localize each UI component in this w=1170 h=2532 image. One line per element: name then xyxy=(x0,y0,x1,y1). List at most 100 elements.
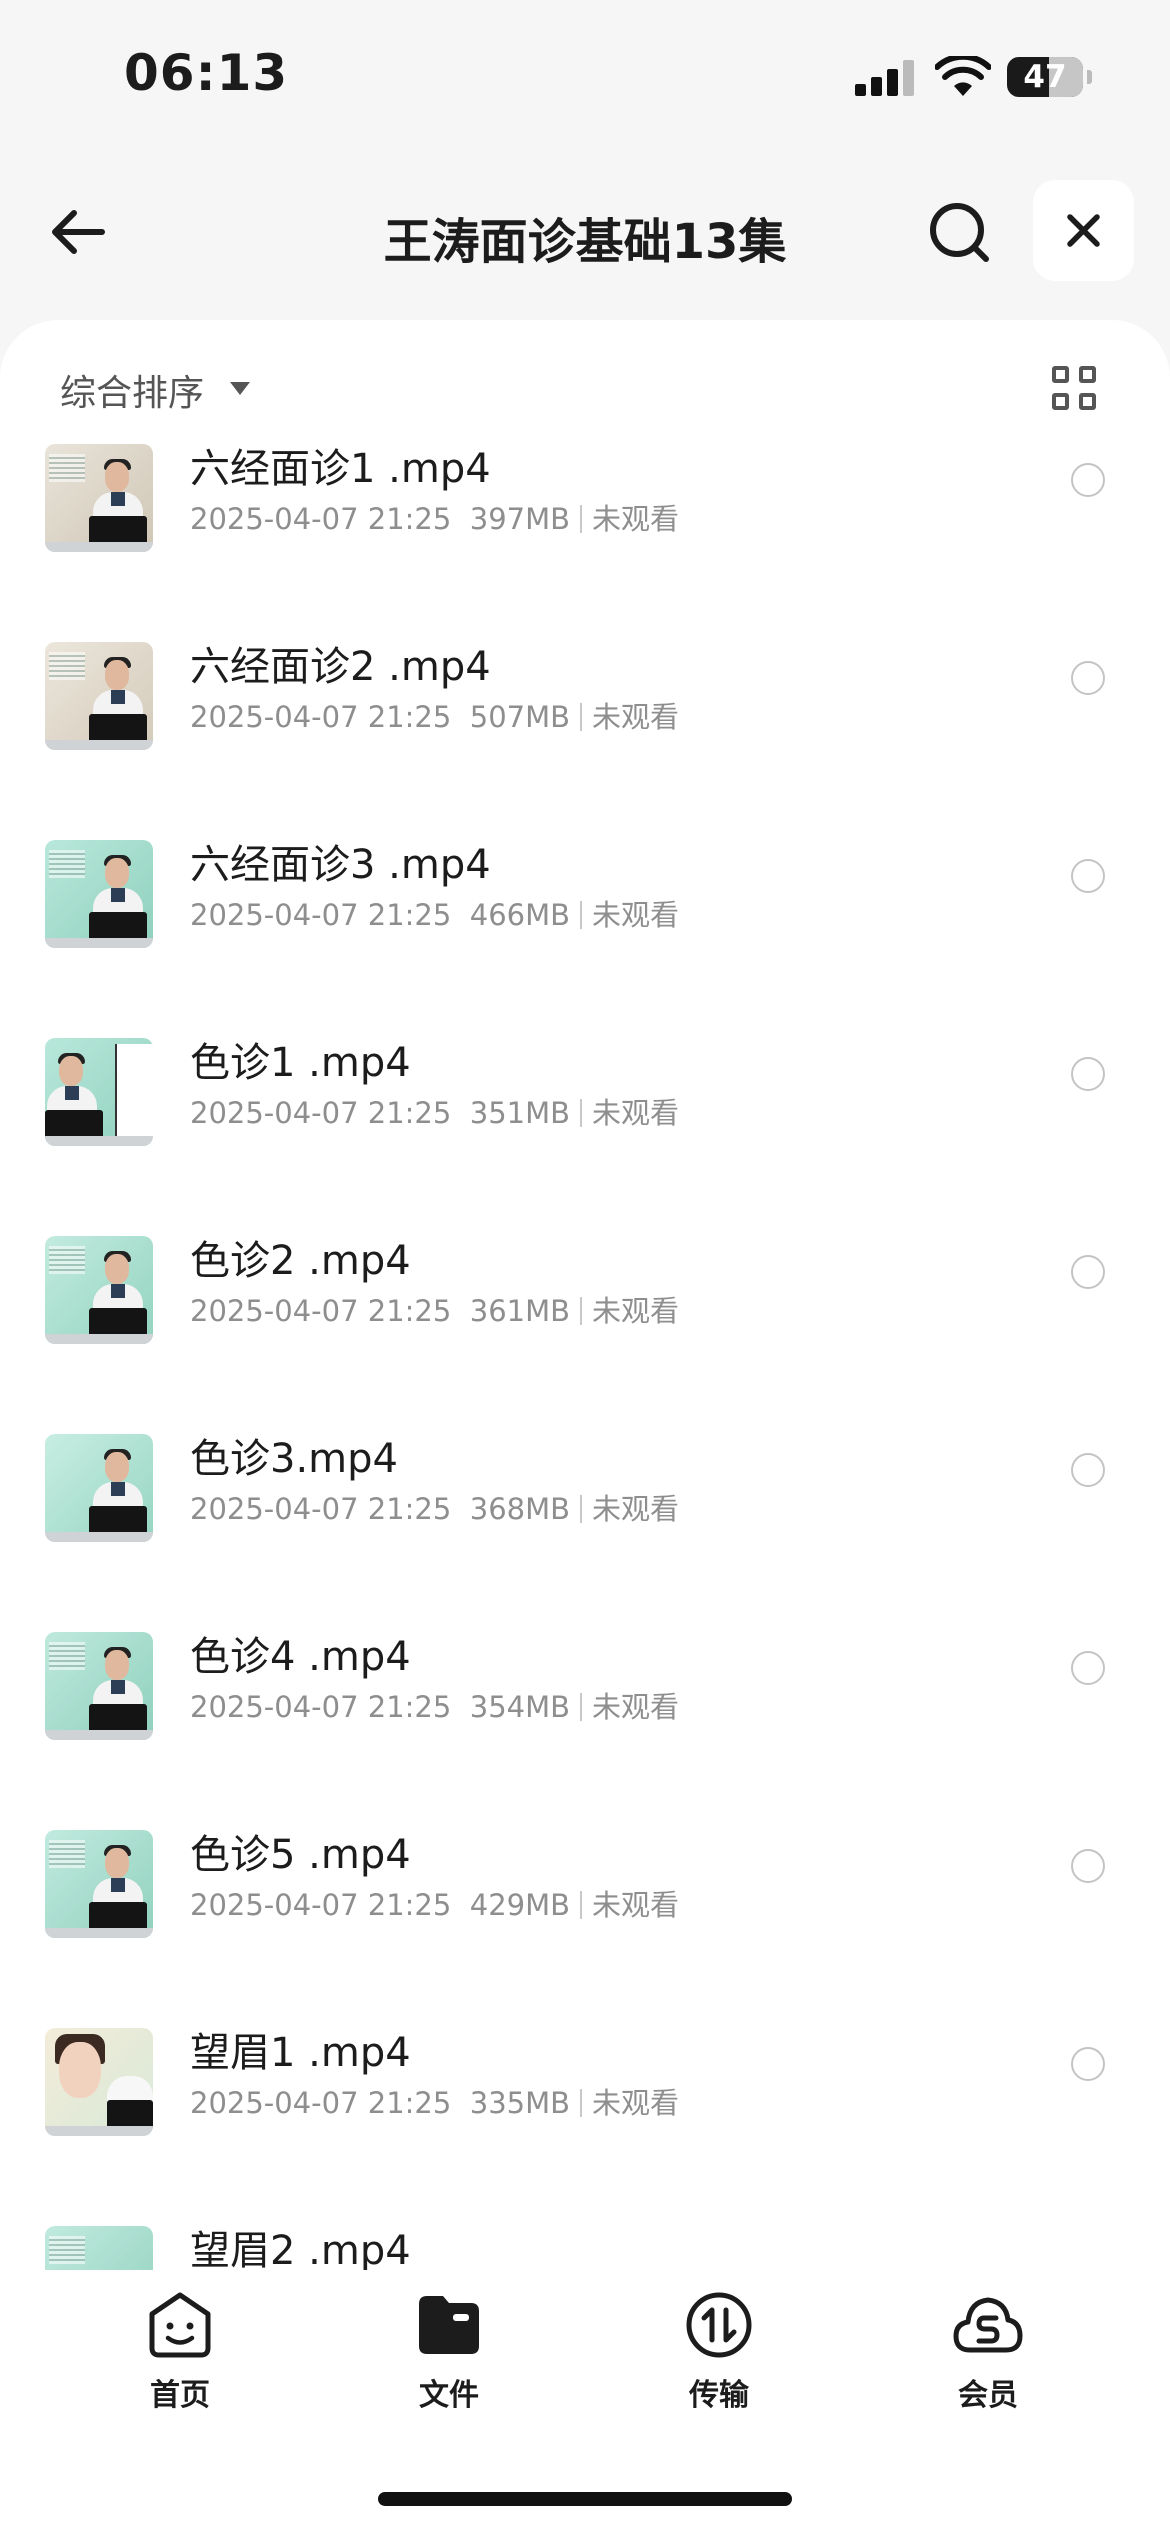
tab-label: 传输 xyxy=(689,2378,749,2413)
file-meta: 2025-04-07 21:25 354MB 未观看 xyxy=(190,1684,679,1726)
video-thumbnail xyxy=(45,2226,153,2270)
file-name: 六经面诊1 .mp4 xyxy=(190,446,491,492)
watch-status: 未观看 xyxy=(592,502,680,536)
watch-status: 未观看 xyxy=(592,1690,680,1724)
select-radio[interactable] xyxy=(1071,2047,1105,2081)
status-time: 06:13 xyxy=(124,44,289,102)
file-list-sheet: 综合排序 六经面诊1 .mp4 2025-04-07 21:25 397MB 未观… xyxy=(0,320,1170,2270)
file-meta: 2025-04-07 21:25 507MB 未观看 xyxy=(190,694,679,736)
select-radio[interactable] xyxy=(1071,463,1105,497)
search-icon[interactable] xyxy=(920,192,1000,272)
select-radio[interactable] xyxy=(1071,859,1105,893)
tab-transfer[interactable]: 传输 xyxy=(619,2290,819,2440)
file-name: 色诊1 .mp4 xyxy=(190,1040,411,1086)
file-date: 2025-04-07 21:25 xyxy=(190,2086,452,2120)
tab-label: 会员 xyxy=(958,2378,1018,2413)
list-item[interactable]: 色诊5 .mp4 2025-04-07 21:25 429MB 未观看 xyxy=(0,1816,1170,2014)
home-indicator xyxy=(378,2492,792,2506)
grid-view-icon[interactable] xyxy=(1052,366,1100,414)
select-radio[interactable] xyxy=(1071,1453,1105,1487)
file-date: 2025-04-07 21:25 xyxy=(190,1492,452,1526)
file-size: 429MB xyxy=(469,1888,571,1922)
list-item[interactable]: 色诊2 .mp4 2025-04-07 21:25 361MB 未观看 xyxy=(0,1222,1170,1420)
file-meta: 2025-04-07 21:25 351MB 未观看 xyxy=(190,1090,679,1132)
smiley-home-icon xyxy=(149,2292,211,2358)
select-radio[interactable] xyxy=(1071,1255,1105,1289)
video-thumbnail xyxy=(45,1830,153,1938)
watch-status: 未观看 xyxy=(592,1492,680,1526)
tab-files[interactable]: 文件 xyxy=(349,2290,549,2440)
watch-status: 未观看 xyxy=(592,1096,680,1130)
file-meta: 2025-04-07 21:25 361MB 未观看 xyxy=(190,1288,679,1330)
watch-status: 未观看 xyxy=(592,1294,680,1328)
close-icon xyxy=(1067,214,1100,247)
tab-label: 首页 xyxy=(150,2378,210,2413)
file-size: 466MB xyxy=(469,898,571,932)
wifi-icon xyxy=(935,56,991,96)
list-item[interactable]: 六经面诊3 .mp4 2025-04-07 21:25 466MB 未观看 xyxy=(0,826,1170,1024)
watch-status: 未观看 xyxy=(592,898,680,932)
battery-level: 47 xyxy=(1023,59,1067,95)
file-size: 335MB xyxy=(469,2086,571,2120)
file-name: 色诊2 .mp4 xyxy=(190,1238,411,1284)
file-meta: 2025-04-07 21:25 368MB 未观看 xyxy=(190,1486,679,1528)
file-meta: 2025-04-07 21:25 466MB 未观看 xyxy=(190,892,679,934)
video-thumbnail xyxy=(45,1236,153,1344)
video-thumbnail xyxy=(45,1632,153,1740)
signal-icon xyxy=(855,60,915,96)
list-item[interactable]: 色诊4 .mp4 2025-04-07 21:25 354MB 未观看 xyxy=(0,1618,1170,1816)
file-date: 2025-04-07 21:25 xyxy=(190,898,452,932)
sort-dropdown[interactable]: 综合排序 xyxy=(60,364,204,416)
list-item[interactable]: 望眉2 .mp4 xyxy=(0,2212,1170,2270)
video-thumbnail xyxy=(45,1038,153,1146)
battery-icon: 47 xyxy=(1007,57,1083,97)
watch-status: 未观看 xyxy=(592,1888,680,1922)
file-size: 361MB xyxy=(469,1294,571,1328)
select-radio[interactable] xyxy=(1071,1651,1105,1685)
list-item[interactable]: 色诊3.mp4 2025-04-07 21:25 368MB 未观看 xyxy=(0,1420,1170,1618)
list-item[interactable]: 色诊1 .mp4 2025-04-07 21:25 351MB 未观看 xyxy=(0,1024,1170,1222)
watch-status: 未观看 xyxy=(592,2086,680,2120)
video-thumbnail xyxy=(45,1434,153,1542)
file-meta: 2025-04-07 21:25 397MB 未观看 xyxy=(190,496,679,538)
file-name: 色诊4 .mp4 xyxy=(190,1634,411,1680)
caret-down-icon[interactable] xyxy=(230,382,250,395)
list-item[interactable]: 望眉1 .mp4 2025-04-07 21:25 335MB 未观看 xyxy=(0,2014,1170,2212)
close-button[interactable] xyxy=(1033,180,1134,281)
file-meta: 2025-04-07 21:25 429MB 未观看 xyxy=(190,1882,679,1924)
file-list: 六经面诊1 .mp4 2025-04-07 21:25 397MB 未观看 六经面… xyxy=(0,430,1170,2270)
select-radio[interactable] xyxy=(1071,661,1105,695)
video-thumbnail xyxy=(45,444,153,552)
status-bar: 06:13 47 xyxy=(0,0,1170,150)
file-meta: 2025-04-07 21:25 335MB 未观看 xyxy=(190,2080,679,2122)
list-item[interactable]: 六经面诊1 .mp4 2025-04-07 21:25 397MB 未观看 xyxy=(0,430,1170,628)
file-size: 507MB xyxy=(469,700,571,734)
file-date: 2025-04-07 21:25 xyxy=(190,700,452,734)
file-date: 2025-04-07 21:25 xyxy=(190,502,452,536)
tab-vip[interactable]: 会员 xyxy=(888,2290,1088,2440)
folder-icon xyxy=(419,2296,479,2354)
cloud-vip-icon xyxy=(953,2297,1023,2353)
select-radio[interactable] xyxy=(1071,1057,1105,1091)
battery-tip xyxy=(1087,70,1092,84)
select-radio[interactable] xyxy=(1071,1849,1105,1883)
video-thumbnail xyxy=(45,2028,153,2136)
list-item[interactable]: 六经面诊2 .mp4 2025-04-07 21:25 507MB 未观看 xyxy=(0,628,1170,826)
video-thumbnail xyxy=(45,840,153,948)
transfer-icon xyxy=(686,2292,752,2358)
file-date: 2025-04-07 21:25 xyxy=(190,1690,452,1724)
file-name: 色诊3.mp4 xyxy=(190,1436,398,1482)
tab-label: 文件 xyxy=(419,2378,479,2413)
file-name: 色诊5 .mp4 xyxy=(190,1832,411,1878)
file-date: 2025-04-07 21:25 xyxy=(190,1888,452,1922)
file-name: 六经面诊3 .mp4 xyxy=(190,842,491,888)
video-thumbnail xyxy=(45,642,153,750)
file-date: 2025-04-07 21:25 xyxy=(190,1294,452,1328)
file-size: 351MB xyxy=(469,1096,571,1130)
file-size: 397MB xyxy=(469,502,571,536)
file-size: 368MB xyxy=(469,1492,571,1526)
file-name: 望眉2 .mp4 xyxy=(190,2228,411,2270)
file-size: 354MB xyxy=(469,1690,571,1724)
tab-home[interactable]: 首页 xyxy=(80,2290,280,2440)
file-name: 六经面诊2 .mp4 xyxy=(190,644,491,690)
